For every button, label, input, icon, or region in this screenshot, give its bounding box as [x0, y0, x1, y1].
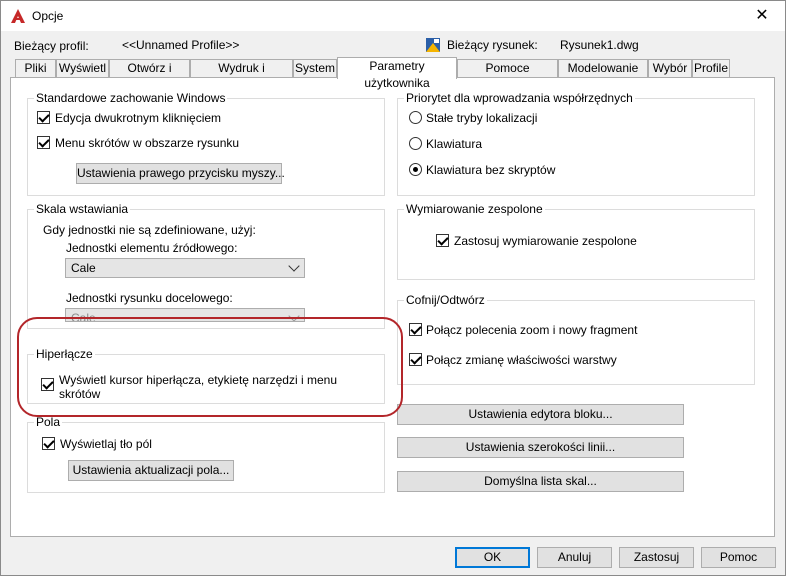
fields-group: Pola Wyświetlaj tło pól Ustawienia aktua… [27, 415, 385, 493]
target-units-value: Cale [71, 311, 96, 322]
tab-system[interactable]: System [293, 59, 337, 78]
group-title: Standardowe zachowanie Windows [34, 91, 228, 105]
associative-dimensioning-label: Zastosuj wymiarowanie zespolone [454, 234, 637, 248]
current-profile-label: Bieżący profil: [14, 39, 89, 53]
combine-zoom-label: Połącz polecenia zoom i nowy fragment [426, 323, 638, 337]
hyperlink-cursor-checkbox[interactable] [41, 378, 54, 391]
double-click-edit-checkbox[interactable] [37, 111, 50, 124]
tab-drafting[interactable]: Pomoce rysunkowe [457, 59, 558, 92]
field-background-label: Wyświetlaj tło pól [60, 437, 152, 451]
autocad-logo-icon [11, 9, 25, 23]
default-scale-list-button[interactable]: Domyślna lista skal... [397, 471, 684, 492]
window-title: Opcje [32, 9, 64, 23]
field-update-settings-button[interactable]: Ustawienia aktualizacji pola... [68, 460, 234, 481]
target-units-select[interactable]: Cale [65, 308, 305, 322]
target-units-label: Jednostki rysunku docelowego: [66, 291, 233, 305]
close-icon: ✕ [755, 7, 769, 24]
combine-zoom-checkbox[interactable] [409, 323, 422, 336]
close-button[interactable]: ✕ [739, 1, 785, 31]
source-units-value: Cale [71, 261, 96, 275]
tab-profiles[interactable]: Profile [692, 59, 730, 78]
group-title: Pola [34, 415, 63, 429]
help-button[interactable]: Pomoc [701, 547, 776, 568]
combine-layer-label: Połącz zmianę właściwości warstwy [426, 353, 617, 367]
tab-display[interactable]: Wyświetl [56, 59, 109, 78]
apply-button[interactable]: Zastosuj [619, 547, 694, 568]
combine-layer-checkbox[interactable] [409, 353, 422, 366]
hyperlink-group: Hiperłącze Wyświetl kursor hiperłącza, e… [27, 347, 385, 404]
running-osnap-label: Stałe tryby lokalizacji [426, 111, 538, 125]
tab-3d-modeling[interactable]: Modelowanie 3D [558, 59, 648, 92]
insertion-scale-subtitle: Gdy jednostki nie są zdefiniowane, użyj: [43, 223, 256, 237]
insertion-scale-group: Skala wstawiania Gdy jednostki nie są zd… [27, 202, 385, 329]
associative-dimensioning-group: Wymiarowanie zespolone Zastosuj wymiarow… [397, 202, 755, 280]
group-title: Skala wstawiania [34, 202, 131, 216]
block-editor-settings-button[interactable]: Ustawienia edytora bloku... [397, 404, 684, 425]
tab-label: Pliki [24, 61, 47, 75]
associative-dimensioning-checkbox[interactable] [436, 234, 449, 247]
tab-label: Wybór [652, 61, 688, 75]
shortcut-menus-label: Menu skrótów w obszarze rysunku [55, 136, 240, 150]
hyperlink-cursor-label-line1: Wyświetl kursor hiperłącza, etykietę nar… [59, 373, 337, 387]
tab-selection[interactable]: Wybór [648, 59, 692, 78]
undo-redo-group: Cofnij/Odtwórz Połącz polecenia zoom i n… [397, 293, 755, 385]
tab-open-save[interactable]: Otwórz i zapisz [109, 59, 190, 92]
current-drawing-label: Bieżący rysunek: [447, 38, 538, 52]
tab-plot-publish[interactable]: Wydruk i publikacja [190, 59, 293, 92]
group-title: Wymiarowanie zespolone [404, 202, 545, 216]
tab-files[interactable]: Pliki [15, 59, 56, 78]
title-bar: Opcje ✕ [1, 1, 785, 31]
keyboard-except-scripts-label: Klawiatura bez skryptów [426, 163, 556, 177]
cancel-button[interactable]: Anuluj [537, 547, 612, 568]
tab-user-preferences[interactable]: Parametry użytkownika [337, 57, 457, 90]
chevron-down-icon [288, 310, 300, 321]
source-units-select[interactable]: Cale [65, 258, 305, 278]
keyboard-except-scripts-radio[interactable] [409, 163, 422, 176]
windows-behavior-group: Standardowe zachowanie Windows Edycja dw… [27, 91, 385, 196]
keyboard-entry-radio[interactable] [409, 137, 422, 150]
coordinate-priority-group: Priorytet dla wprowadzania współrzędnych… [397, 91, 755, 196]
right-click-customization-button[interactable]: Ustawienia prawego przycisku myszy... [76, 163, 285, 184]
hyperlink-cursor-label-line2: skrótów [59, 387, 101, 401]
shortcut-menus-checkbox[interactable] [37, 136, 50, 149]
tab-label: Parametry użytkownika [364, 59, 430, 90]
drawing-file-icon [426, 38, 440, 52]
keyboard-entry-label: Klawiatura [426, 137, 483, 151]
group-title: Cofnij/Odtwórz [404, 293, 487, 307]
double-click-edit-label: Edycja dwukrotnym kliknięciem [55, 111, 222, 125]
running-osnap-radio[interactable] [409, 111, 422, 124]
ok-button[interactable]: OK [455, 547, 530, 568]
current-profile-value: <<Unnamed Profile>> [122, 38, 240, 52]
group-title: Hiperłącze [34, 347, 95, 361]
tab-label: System [294, 61, 335, 75]
group-title: Priorytet dla wprowadzania współrzędnych [404, 91, 635, 105]
tab-panel: Standardowe zachowanie Windows Edycja dw… [10, 77, 775, 537]
tab-label: Profile [693, 61, 728, 75]
field-background-checkbox[interactable] [42, 437, 55, 450]
chevron-down-icon [288, 260, 300, 272]
source-units-label: Jednostki elementu źródłowego: [66, 241, 238, 255]
current-drawing-value: Rysunek1.dwg [560, 38, 639, 52]
tab-label: Wyświetl [58, 61, 107, 75]
options-dialog: Opcje ✕ Bieżący profil: <<Unnamed Profil… [0, 0, 786, 576]
lineweight-settings-button[interactable]: Ustawienia szerokości linii... [397, 437, 684, 458]
